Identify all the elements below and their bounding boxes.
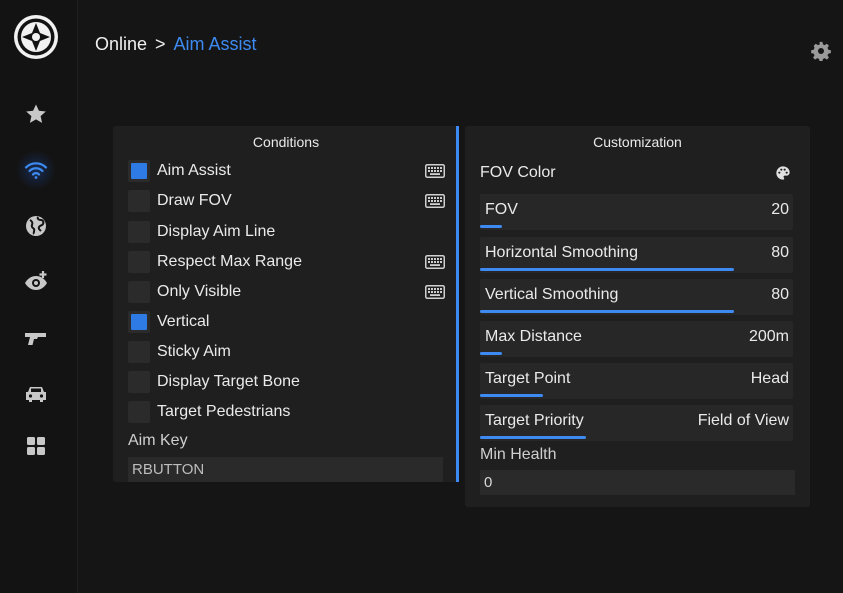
conditions-panel: Conditions Aim Assist Draw FOV Display Aim… <box>113 126 459 482</box>
condition-row[interactable]: Respect Max Range <box>128 250 446 274</box>
slider-value: 80 <box>771 244 789 261</box>
globe-icon <box>26 216 46 236</box>
condition-label: Display Aim Line <box>157 223 276 240</box>
condition-label: Aim Assist <box>157 162 231 179</box>
conditions-title: Conditions <box>252 134 320 150</box>
sidebar-item-online[interactable] <box>0 150 72 190</box>
slider-fill <box>480 394 543 397</box>
eye-plus-icon <box>25 271 47 290</box>
slider-label: Max Distance <box>485 328 582 345</box>
condition-label: Target Pedestrians <box>157 403 291 420</box>
slider-value: 20 <box>771 201 789 218</box>
condition-label: Sticky Aim <box>157 343 231 360</box>
conditions-scrollbar[interactable] <box>456 126 459 482</box>
breadcrumb: Online > Aim Assist <box>95 34 257 55</box>
condition-label: Only Visible <box>157 283 242 300</box>
min-health-input[interactable] <box>480 470 795 495</box>
slider-fill <box>480 225 502 228</box>
sidebar-item-weapons[interactable] <box>0 318 72 358</box>
condition-row[interactable]: Sticky Aim <box>128 340 446 364</box>
slider-vertical-smoothing[interactable]: Vertical Smoothing 80 <box>480 279 793 315</box>
car-icon <box>26 387 46 402</box>
condition-checkbox[interactable] <box>128 221 150 243</box>
keyboard-icon[interactable] <box>425 164 445 178</box>
condition-row[interactable]: Only Visible <box>128 280 446 304</box>
sidebar <box>0 0 78 593</box>
sidebar-item-vehicles[interactable] <box>0 374 72 414</box>
condition-row[interactable]: Display Aim Line <box>128 220 446 244</box>
slider-value: Field of View <box>697 412 789 429</box>
condition-label: Vertical <box>157 313 210 330</box>
condition-row[interactable]: Vertical <box>128 310 446 334</box>
slider-label: Horizontal Smoothing <box>485 244 638 261</box>
condition-checkbox[interactable] <box>128 281 150 303</box>
sidebar-item-favorites[interactable] <box>0 94 72 134</box>
breadcrumb-current: Aim Assist <box>173 34 257 54</box>
wifi-icon <box>24 162 48 179</box>
condition-row[interactable]: Display Target Bone <box>128 370 446 394</box>
palette-icon[interactable] <box>775 165 791 181</box>
condition-label: Display Target Bone <box>157 373 300 390</box>
customization-panel: Customization FOV Color FOV 20 Horizontal … <box>465 126 810 507</box>
condition-label: Respect Max Range <box>157 253 302 270</box>
slider-label: Target Point <box>485 370 571 387</box>
fov-color-label: FOV Color <box>480 164 556 181</box>
slider-fill <box>480 310 734 313</box>
slider-horizontal-smoothing[interactable]: Horizontal Smoothing 80 <box>480 237 793 273</box>
sidebar-item-misc[interactable] <box>0 426 72 466</box>
condition-label: Draw FOV <box>157 192 232 209</box>
slider-fill <box>480 436 586 439</box>
condition-checkbox[interactable] <box>128 311 150 333</box>
condition-checkbox[interactable] <box>128 341 150 363</box>
slider-fill <box>480 268 734 271</box>
condition-checkbox[interactable] <box>128 190 150 212</box>
slider-target-point[interactable]: Target Point Head <box>480 363 793 399</box>
slider-fill <box>480 352 502 355</box>
condition-row[interactable]: Draw FOV <box>128 189 446 213</box>
star-icon <box>26 104 46 123</box>
breadcrumb-separator: > <box>155 34 166 54</box>
slider-max-distance[interactable]: Max Distance 200m <box>480 321 793 357</box>
slider-fov[interactable]: FOV 20 <box>480 194 793 230</box>
customization-title: Customization <box>593 134 682 150</box>
condition-checkbox[interactable] <box>128 371 150 393</box>
gear-icon[interactable] <box>811 41 831 61</box>
condition-checkbox[interactable] <box>128 401 150 423</box>
aim-key-input[interactable] <box>128 457 443 482</box>
keyboard-icon[interactable] <box>425 255 445 269</box>
slider-value: 200m <box>748 328 789 345</box>
gun-icon <box>25 333 46 345</box>
app-logo-icon[interactable] <box>13 14 59 60</box>
sidebar-item-world[interactable] <box>0 206 72 246</box>
slider-target-priority[interactable]: Target Priority Field of View <box>480 405 793 441</box>
min-health-label: Min Health <box>480 446 557 463</box>
condition-row[interactable]: Target Pedestrians <box>128 400 446 424</box>
aim-key-label: Aim Key <box>128 432 188 449</box>
slider-value: Head <box>750 370 789 387</box>
slider-label: Target Priority <box>485 412 584 429</box>
condition-checkbox[interactable] <box>128 160 150 182</box>
condition-row[interactable]: Aim Assist <box>128 159 446 183</box>
grid-icon <box>27 437 45 455</box>
slider-label: Vertical Smoothing <box>485 286 619 303</box>
breadcrumb-parent[interactable]: Online <box>95 34 147 55</box>
fov-color-row[interactable]: FOV Color <box>480 162 793 184</box>
keyboard-icon[interactable] <box>425 194 445 208</box>
slider-label: FOV <box>485 201 518 218</box>
sidebar-item-visuals[interactable] <box>0 262 72 302</box>
condition-checkbox[interactable] <box>128 251 150 273</box>
keyboard-icon[interactable] <box>425 285 445 299</box>
slider-value: 80 <box>771 286 789 303</box>
